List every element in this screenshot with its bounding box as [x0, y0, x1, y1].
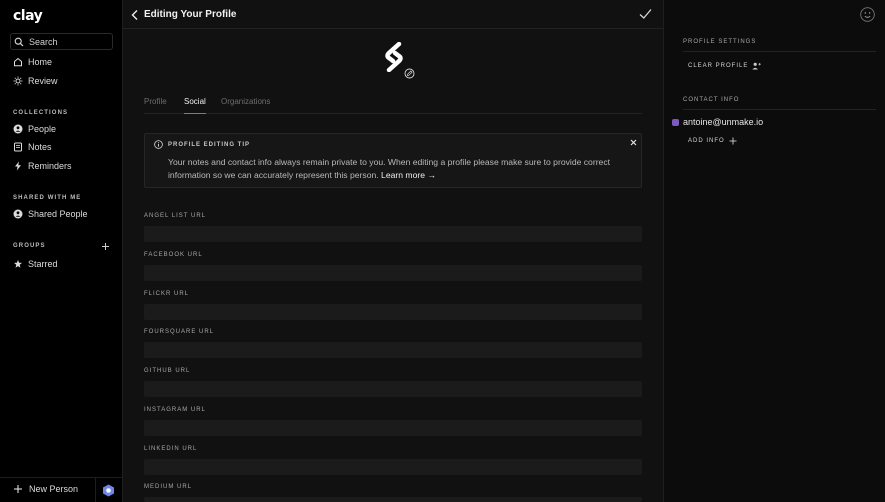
collections-header: COLLECTIONS	[13, 110, 69, 116]
tip-body: Your notes and contact info always remai…	[168, 156, 628, 182]
sidebar-item-label: Shared People	[28, 209, 88, 219]
groups-header: GROUPS	[13, 243, 46, 249]
profile-settings-header: PROFILE SETTINGS	[683, 39, 757, 45]
bolt-icon	[15, 161, 21, 171]
divider	[683, 51, 876, 52]
footer-divider	[95, 477, 96, 502]
divider	[683, 109, 876, 110]
plus-icon	[14, 485, 22, 493]
page-title: Editing Your Profile	[144, 9, 237, 20]
sidebar-item-label: Home	[28, 57, 53, 67]
flickr-url-input[interactable]	[144, 304, 642, 320]
shared-people-icon	[13, 209, 23, 219]
sidebar-item-label: Notes	[28, 142, 52, 152]
email-icon	[672, 118, 679, 126]
sidebar-item-label: Starred	[28, 259, 58, 269]
facebook-url-input[interactable]	[144, 265, 642, 281]
contact-info-header: CONTACT INFO	[683, 97, 740, 103]
search-icon	[14, 37, 24, 46]
medium-url-label: MEDIUM URL	[144, 484, 193, 490]
sidebar-item-notes[interactable]: Notes	[13, 140, 52, 154]
github-url-input[interactable]	[144, 381, 642, 397]
tab-social[interactable]: Social	[184, 97, 206, 114]
top-bar: Editing Your Profile	[123, 0, 663, 29]
sidebar-item-label: Review	[28, 76, 58, 86]
sidebar-item-shared-people[interactable]: Shared People	[13, 207, 88, 221]
notes-icon	[14, 142, 22, 152]
email-entry[interactable]: antoine@unmake.io	[672, 117, 763, 127]
shared-with-me-header: SHARED WITH ME	[13, 195, 82, 201]
remove-person-icon	[752, 62, 762, 70]
learn-more-link[interactable]: Learn more →	[381, 170, 436, 180]
linkedin-url-label: LINKEDIN URL	[144, 446, 198, 452]
profile-editing-tip: PROFILE EDITING TIP Your notes and conta…	[144, 133, 642, 188]
flickr-url-label: FLICKR URL	[144, 291, 190, 297]
tab-profile[interactable]: Profile	[144, 97, 167, 114]
edit-avatar-icon[interactable]	[404, 68, 415, 79]
add-group-icon[interactable]	[101, 242, 110, 251]
new-person-label: New Person	[29, 484, 79, 494]
angel-list-url-input[interactable]	[144, 226, 642, 242]
clear-profile-label: CLEAR PROFILE	[688, 63, 749, 69]
add-info-label: ADD INFO	[688, 138, 725, 144]
instagram-url-input[interactable]	[144, 420, 642, 436]
sidebar-item-home[interactable]: Home	[13, 55, 52, 69]
clay-logo[interactable]: clay	[13, 8, 43, 24]
profile-avatar[interactable]	[385, 42, 403, 72]
github-url-label: GITHUB URL	[144, 368, 191, 374]
sidebar-item-review[interactable]: Review	[13, 74, 58, 88]
new-person-button[interactable]: New Person	[13, 484, 78, 494]
close-icon[interactable]	[630, 139, 637, 146]
account-badge-icon[interactable]	[102, 484, 115, 497]
tab-organizations[interactable]: Organizations	[221, 97, 270, 114]
home-icon	[14, 57, 22, 67]
foursquare-url-label: FOURSQUARE URL	[144, 329, 215, 335]
sidebar-item-label: Reminders	[28, 161, 72, 171]
angel-list-url-label: ANGEL LIST URL	[144, 213, 207, 219]
linkedin-url-input[interactable]	[144, 459, 642, 475]
add-info-button[interactable]: ADD INFO	[688, 137, 737, 145]
medium-url-input[interactable]	[144, 497, 642, 502]
back-arrow-icon[interactable]	[130, 9, 140, 21]
star-icon	[14, 260, 22, 268]
sidebar-item-reminders[interactable]: Reminders	[13, 159, 72, 173]
profile-tabs: Profile Social Organizations	[144, 97, 642, 114]
instagram-url-label: INSTAGRAM URL	[144, 407, 206, 413]
sidebar: clay Search Home Review COLLECTIONS Peop…	[0, 0, 123, 502]
info-icon	[154, 140, 163, 149]
search-label: Search	[29, 36, 58, 47]
sun-icon	[13, 76, 23, 86]
sidebar-item-people[interactable]: People	[13, 122, 56, 136]
main-panel: Editing Your Profile Profile Social Orga…	[123, 0, 663, 502]
tip-heading: PROFILE EDITING TIP	[168, 142, 251, 148]
face-icon[interactable]	[860, 7, 875, 22]
plus-icon	[729, 137, 737, 145]
checkmark-icon[interactable]	[639, 8, 652, 20]
email-value: antoine@unmake.io	[683, 117, 764, 127]
clear-profile-button[interactable]: CLEAR PROFILE	[688, 62, 762, 70]
search-button[interactable]: Search	[10, 33, 113, 50]
foursquare-url-input[interactable]	[144, 342, 642, 358]
profile-settings-panel: PROFILE SETTINGS CLEAR PROFILE CONTACT I…	[663, 0, 885, 502]
person-circle-icon	[13, 124, 23, 134]
facebook-url-label: FACEBOOK URL	[144, 252, 203, 258]
sidebar-item-starred[interactable]: Starred	[13, 257, 58, 271]
sidebar-item-label: People	[28, 124, 57, 134]
